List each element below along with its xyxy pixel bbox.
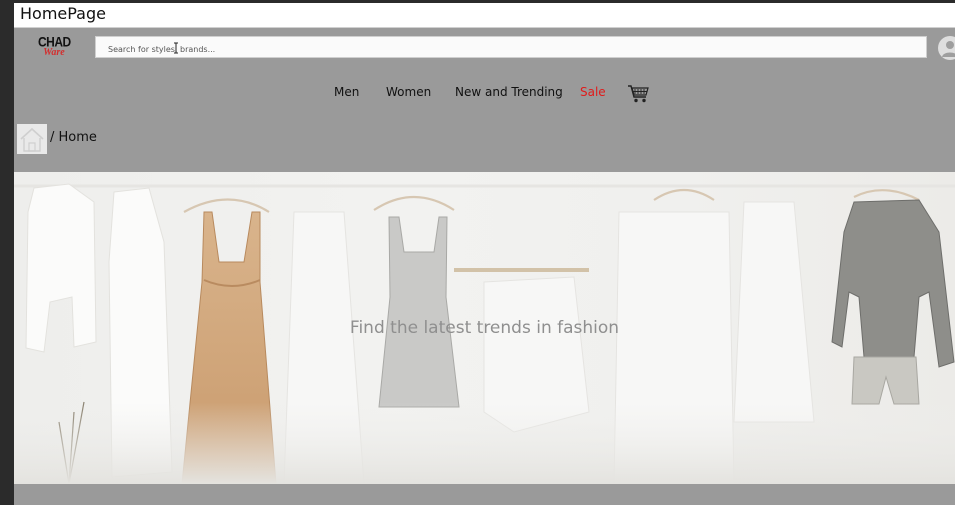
site-header: CHAD Ware [14, 31, 955, 67]
beige-shorts [851, 356, 920, 405]
breadcrumb-current: / Home [50, 130, 97, 145]
main-nav: Men Women New and Trending Sale [14, 75, 955, 111]
search-box [95, 36, 927, 60]
search-input[interactable] [96, 39, 926, 60]
grey-dress [378, 216, 460, 408]
brand-logo-line1: CHAD [38, 33, 71, 51]
page-bottom-strip [14, 484, 955, 505]
user-avatar-icon[interactable] [938, 36, 955, 60]
nav-item-new-and-trending[interactable]: New and Trending [455, 85, 563, 99]
hero-banner: Find the latest trends in fashion [14, 172, 955, 484]
patterned-blouse [831, 199, 955, 368]
home-icon[interactable] [17, 124, 47, 154]
nav-item-women[interactable]: Women [386, 85, 431, 99]
nav-item-men[interactable]: Men [334, 85, 359, 99]
hero-tagline: Find the latest trends in fashion [349, 318, 620, 338]
brand-logo[interactable]: CHAD Ware [38, 33, 71, 62]
window-title: HomePage [20, 4, 106, 23]
text-cursor-icon [174, 42, 178, 54]
nav-item-sale[interactable]: Sale [580, 85, 606, 99]
window-titlebar: HomePage [14, 3, 955, 28]
shopping-cart-icon[interactable] [627, 84, 651, 104]
app-window: HomePage CHAD Ware Men Women New and Tre… [14, 3, 955, 505]
